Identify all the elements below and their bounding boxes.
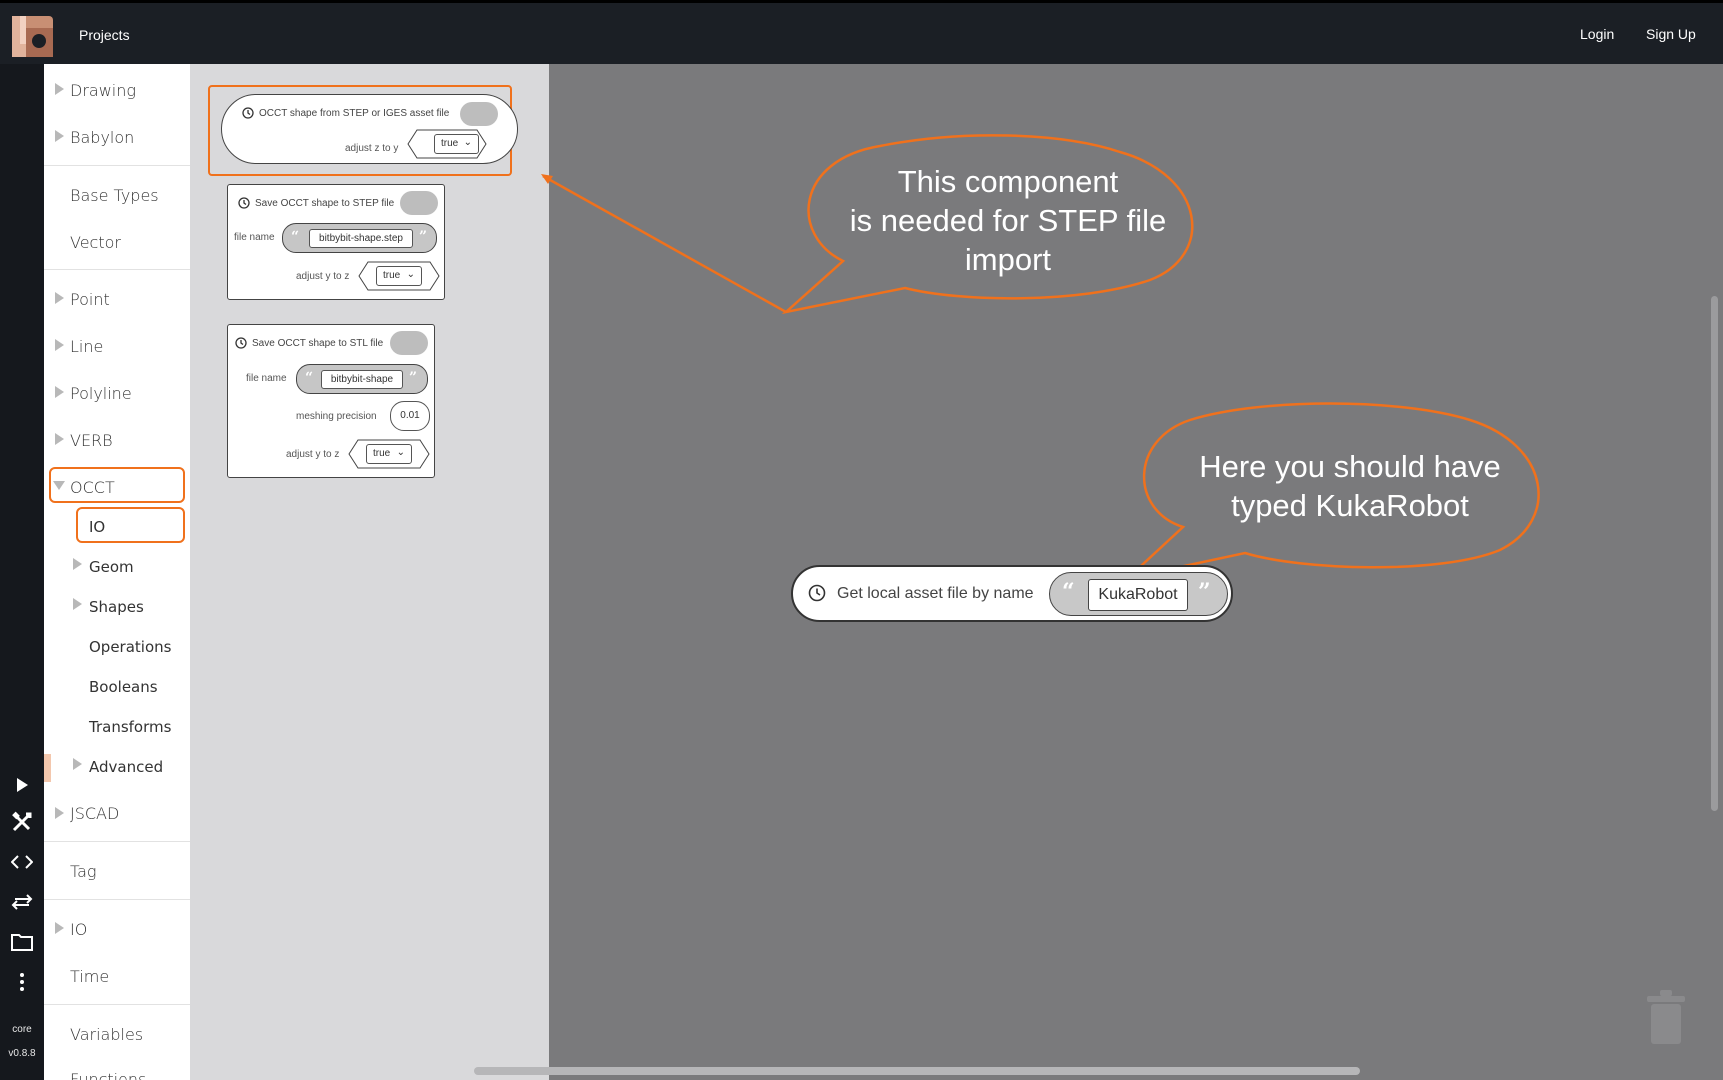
pointer-arrowhead	[541, 174, 553, 184]
vertical-scrollbar[interactable]	[1711, 296, 1718, 811]
callout-pointer-1	[542, 174, 787, 314]
close-quote-icon: ”	[1198, 579, 1211, 605]
horizontal-scrollbar[interactable]	[474, 1067, 1360, 1075]
callout-text-1: This component is needed for STEP file i…	[808, 162, 1208, 279]
get-asset-block[interactable]: Get local asset file by name “ KukaRobot…	[791, 565, 1233, 622]
callout-line: import	[964, 242, 1052, 277]
asset-name-input[interactable]: KukaRobot	[1088, 579, 1188, 611]
callout-text-2: Here you should have typed KukaRobot	[1150, 447, 1550, 525]
callout-line: is needed for STEP file	[849, 203, 1167, 238]
callout-line: This component	[897, 164, 1119, 199]
string-input-pill: “ KukaRobot ”	[1049, 572, 1228, 616]
block-label: Get local asset file by name	[837, 585, 1034, 602]
clock-icon	[808, 584, 826, 602]
open-quote-icon: “	[1062, 579, 1075, 605]
trash-icon[interactable]	[1647, 990, 1685, 1046]
callout-line: typed KukaRobot	[1231, 488, 1469, 523]
callout-line: Here you should have	[1199, 449, 1501, 484]
